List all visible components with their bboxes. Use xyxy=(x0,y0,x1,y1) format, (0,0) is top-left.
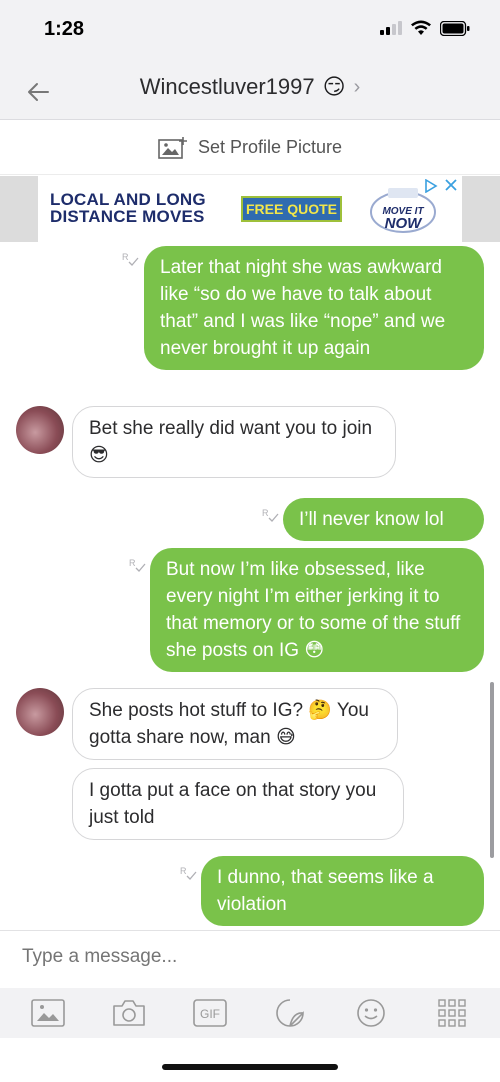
read-receipt-icon: R xyxy=(180,866,197,880)
svg-text:R: R xyxy=(180,866,187,876)
svg-text:R: R xyxy=(122,252,129,262)
scrollbar[interactable] xyxy=(490,682,494,858)
add-photo-icon xyxy=(158,136,187,159)
battery-icon xyxy=(440,20,470,36)
ad-line-2: DISTANCE MOVES xyxy=(50,207,205,226)
message-composer xyxy=(0,930,500,988)
message-outgoing[interactable]: Later that night she was awkward like “s… xyxy=(144,246,484,370)
composer-toolbar: GIF xyxy=(0,988,500,1038)
status-time: 1:28 xyxy=(44,18,85,40)
ad-close-icon[interactable] xyxy=(444,178,458,192)
camera-button[interactable] xyxy=(109,995,149,1031)
contact-avatar[interactable] xyxy=(16,688,64,736)
home-indicator-area xyxy=(0,1038,500,1082)
wifi-icon xyxy=(411,20,431,35)
status-icons xyxy=(380,20,470,36)
contact-title-link[interactable]: Wincestluver1997 😏 › xyxy=(0,74,500,100)
ad-banner[interactable]: LOCAL AND LONG DISTANCE MOVES FREE QUOTE… xyxy=(38,176,462,242)
more-apps-button[interactable] xyxy=(432,995,472,1031)
message-outgoing[interactable]: But now I’m like obsessed, like every ni… xyxy=(150,548,484,672)
emoji-icon xyxy=(357,999,385,1027)
chevron-right-icon: › xyxy=(353,75,361,98)
contact-name: Wincestluver1997 xyxy=(139,74,315,99)
ad-choices-icon[interactable] xyxy=(424,179,438,193)
camera-icon xyxy=(113,1000,145,1026)
ad-headline: LOCAL AND LONG DISTANCE MOVES xyxy=(50,191,206,225)
read-receipt-icon: R xyxy=(122,252,139,266)
contact-avatar[interactable] xyxy=(16,406,64,454)
gallery-button[interactable] xyxy=(28,995,68,1031)
title-emoji: 😏 xyxy=(322,74,346,99)
set-profile-picture-button[interactable]: Set Profile Picture xyxy=(0,121,500,175)
message-outgoing[interactable]: I’ll never know lol xyxy=(283,498,484,541)
svg-text:R: R xyxy=(262,508,269,518)
ad-free-quote-button[interactable]: FREE QUOTE xyxy=(241,196,342,222)
ad-banner-area: LOCAL AND LONG DISTANCE MOVES FREE QUOTE… xyxy=(0,176,500,242)
gallery-icon xyxy=(31,999,66,1027)
gif-icon: GIF xyxy=(192,999,227,1027)
sticker-button[interactable] xyxy=(270,995,310,1031)
message-incoming[interactable]: She posts hot stuff to IG? 🤔 You gotta s… xyxy=(72,688,398,760)
set-profile-label: Set Profile Picture xyxy=(197,137,343,157)
ad-logo-bottom: NOW xyxy=(385,215,424,232)
conversation-header: Wincestluver1997 😏 › xyxy=(0,62,500,120)
read-receipt-icon: R xyxy=(262,508,279,522)
svg-text:R: R xyxy=(129,558,136,568)
message-incoming[interactable]: Bet she really did want you to join 😎 xyxy=(72,406,396,478)
emoji-button[interactable] xyxy=(351,995,391,1031)
apps-grid-icon xyxy=(437,999,466,1027)
message-list[interactable]: R Later that night she was awkward like … xyxy=(0,242,500,930)
signal-icon xyxy=(380,21,402,35)
ad-line-1: LOCAL AND LONG xyxy=(50,190,206,209)
gif-label: GIF xyxy=(200,1007,220,1021)
message-input[interactable] xyxy=(22,946,462,968)
message-incoming[interactable]: I gotta put a face on that story you jus… xyxy=(72,768,404,840)
sticker-icon xyxy=(276,999,305,1027)
home-indicator[interactable] xyxy=(162,1064,338,1070)
gif-button[interactable]: GIF xyxy=(190,995,230,1031)
status-bar: 1:28 xyxy=(0,0,500,62)
message-outgoing[interactable]: I dunno, that seems like a violation xyxy=(201,856,484,926)
read-receipt-icon: R xyxy=(129,558,146,572)
